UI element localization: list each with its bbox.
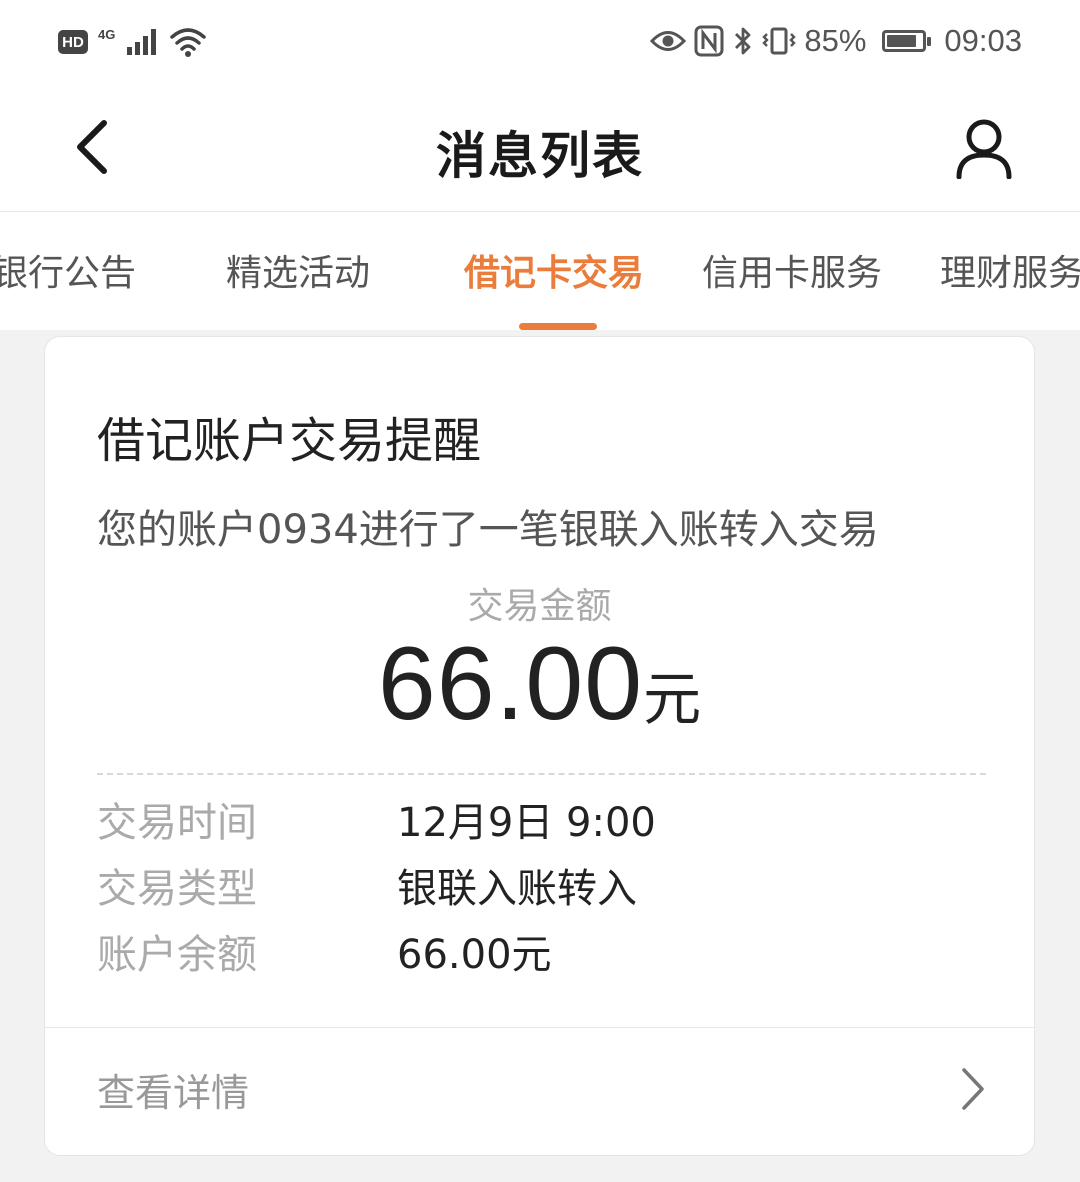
detail-value: 银联入账转入 <box>397 866 637 912</box>
nav-bar: 消息列表 <box>0 82 1080 212</box>
tab-featured-activities[interactable]: 精选活动 <box>226 244 370 296</box>
bluetooth-icon <box>735 27 751 55</box>
clock: 09:03 <box>944 23 1022 58</box>
wifi-icon <box>170 28 207 57</box>
view-details-button[interactable]: 查看详情 <box>45 1028 1034 1156</box>
card-title: 借记账户交易提醒 <box>97 413 482 469</box>
active-tab-indicator <box>519 323 597 330</box>
view-details-label: 查看详情 <box>97 1071 250 1115</box>
tab-debit-card-transactions[interactable]: 借记卡交易 <box>464 244 644 296</box>
cellular-signal-icon <box>127 29 157 55</box>
chevron-right-icon <box>962 1068 984 1110</box>
user-button[interactable] <box>948 112 1020 184</box>
tab-bank-announcements[interactable]: 银行公告 <box>0 244 136 296</box>
battery-fill <box>887 35 916 47</box>
detail-row-time: 交易时间 12月9日 9:00 <box>97 789 656 849</box>
hd-badge: HD <box>58 30 88 54</box>
detail-value: 12月9日 9:00 <box>397 800 656 846</box>
category-tabs: 银行公告 精选活动 借记卡交易 信用卡服务 理财服务 <box>0 212 1080 330</box>
message-card[interactable]: 借记账户交易提醒 您的账户0934进行了一笔银联入账转入交易 交易金额 66.0… <box>44 336 1035 1156</box>
page-title: 消息列表 <box>436 127 644 185</box>
tab-wealth-services[interactable]: 理财服务 <box>940 244 1080 296</box>
status-right: 85% 09:03 <box>650 20 1022 62</box>
network-type: 4G <box>98 26 116 42</box>
battery-icon <box>882 30 932 52</box>
detail-label: 交易时间 <box>97 800 257 846</box>
detail-row-type: 交易类型 银联入账转入 <box>97 855 637 915</box>
vibrate-icon <box>762 27 797 55</box>
eye-icon <box>650 31 687 51</box>
detail-row-balance: 账户余额 66.00元 <box>97 921 552 981</box>
detail-value: 66.00元 <box>397 932 552 978</box>
status-bar: HD 4G 85% 09:03 <box>0 0 1080 82</box>
amount-value: 66.00 <box>377 626 644 742</box>
nfc-icon <box>694 25 724 57</box>
user-icon <box>956 119 1012 179</box>
detail-label: 交易类型 <box>97 866 257 912</box>
dashed-divider <box>97 773 986 775</box>
screen: HD 4G 85% 09:03 消息列表 银行公告 精选活动 借记卡交易 信用卡… <box>0 0 1080 1182</box>
detail-label: 账户余额 <box>97 932 257 978</box>
tab-credit-card-services[interactable]: 信用卡服务 <box>702 244 882 296</box>
status-left: HD 4G <box>58 22 207 62</box>
amount-label: 交易金额 <box>467 586 612 627</box>
amount-unit: 元 <box>643 665 702 733</box>
amount-row: 66.00元 <box>45 625 1034 744</box>
battery-percent: 85% <box>804 23 867 58</box>
card-description: 您的账户0934进行了一笔银联入账转入交易 <box>97 507 879 553</box>
